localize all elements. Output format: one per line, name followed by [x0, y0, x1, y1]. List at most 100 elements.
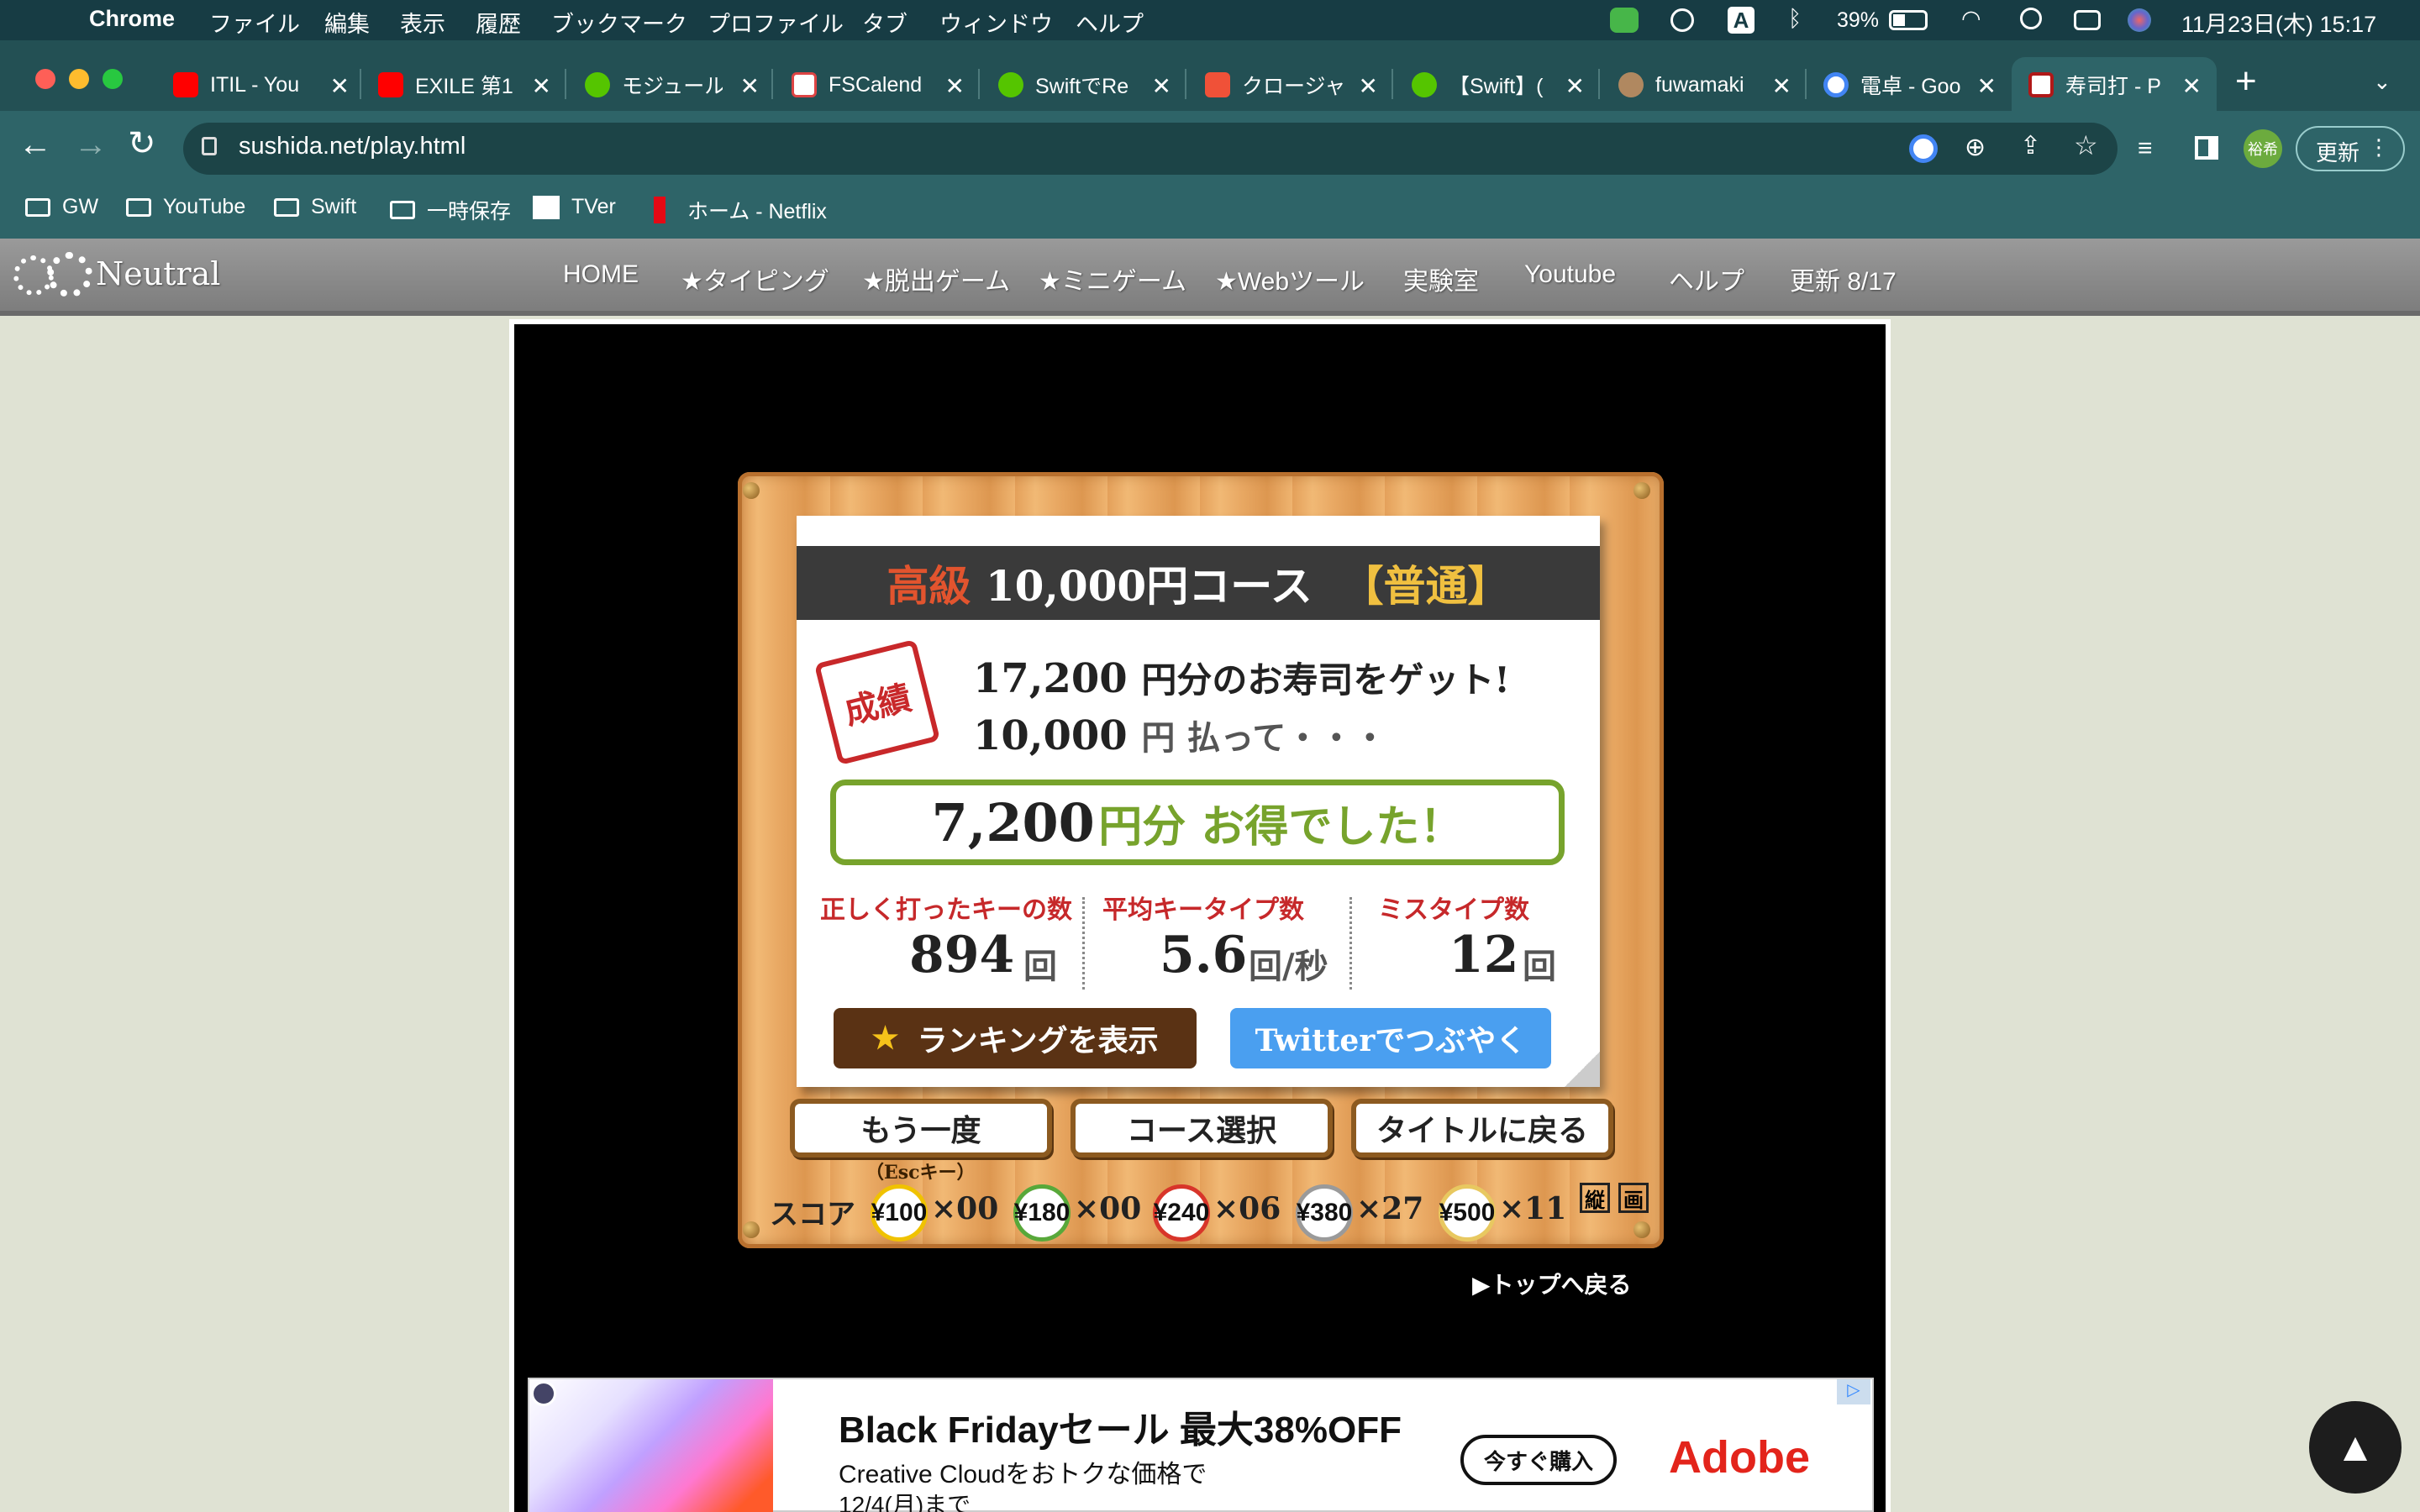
tab-fuwamaki[interactable]: fuwamaki ✕	[1618, 64, 1791, 106]
ad-headline: Black Fridayセール 最大38%OFF	[839, 1410, 1402, 1451]
close-tab-icon[interactable]: ✕	[532, 72, 551, 100]
plate-380-count: ×27	[1356, 1191, 1424, 1226]
share-icon[interactable]: ⇪	[2020, 131, 2041, 160]
tab-swift-article[interactable]: 【Swift】( ✕	[1412, 64, 1585, 106]
profile-avatar[interactable]: 裕希	[2244, 129, 2282, 168]
update-button[interactable]: 更新 ⋮	[2296, 126, 2405, 171]
course-select-button[interactable]: コース選択	[1071, 1099, 1333, 1158]
side-panel-icon[interactable]	[2195, 136, 2218, 160]
menu-file[interactable]: ファイル	[209, 6, 300, 39]
bookmark-youtube[interactable]: YouTube	[126, 195, 245, 219]
close-tab-icon[interactable]: ✕	[1977, 72, 1996, 100]
tab-fscalendar[interactable]: FSCalend ✕	[792, 64, 965, 106]
play-icon[interactable]	[1670, 8, 1694, 32]
reload-icon[interactable]: ↻	[128, 124, 156, 163]
back-to-title-button[interactable]: タイトルに戻る	[1351, 1099, 1613, 1158]
close-tab-icon[interactable]: ✕	[1565, 72, 1585, 100]
zoom-icon[interactable]: ⊕	[1965, 133, 1986, 162]
control-center-icon[interactable]	[2074, 10, 2101, 30]
close-tab-icon[interactable]: ✕	[1152, 72, 1171, 100]
close-tab-icon[interactable]: ✕	[1772, 72, 1791, 100]
menu-history[interactable]: 履歴	[476, 6, 521, 39]
more-menu-icon[interactable]: ⋮	[2368, 134, 2390, 160]
menu-view[interactable]: 表示	[400, 6, 445, 39]
battery-icon[interactable]	[1889, 10, 1928, 30]
bookmark-netflix[interactable]: ホーム - Netflix	[650, 195, 827, 225]
nav-escape-game[interactable]: ★脱出ゲーム	[862, 260, 1010, 297]
reading-list-icon[interactable]: ≡	[2138, 134, 2153, 163]
url-text[interactable]: sushida.net/play.html	[239, 133, 466, 160]
new-tab-icon[interactable]: +	[2235, 60, 2257, 102]
avg-keys-value: 5.6	[1160, 926, 1248, 984]
tab-title: モジュール	[622, 75, 723, 98]
google-icon	[1823, 72, 1849, 97]
wifi-icon[interactable]: ◠	[1961, 6, 1981, 32]
forward-icon[interactable]: →	[74, 126, 108, 164]
bookmark-tver[interactable]: TVer	[533, 195, 616, 219]
menu-window[interactable]: ウィンドウ	[939, 6, 1053, 39]
save-text: 円分 お得でした！	[1098, 801, 1464, 853]
nav-lab[interactable]: 実験室	[1403, 260, 1479, 297]
back-icon[interactable]: ←	[18, 126, 52, 164]
spotlight-search-icon[interactable]	[2020, 8, 2042, 29]
ranking-button[interactable]: ★ ランキングを表示	[834, 1008, 1197, 1068]
nav-help[interactable]: ヘルプ	[1669, 260, 1744, 297]
nav-update[interactable]: 更新 8/17	[1790, 260, 1897, 297]
bookmark-star-icon[interactable]: ☆	[2074, 129, 2098, 161]
bookmark-temp[interactable]: 一時保存	[390, 195, 511, 225]
tab-title: SwiftでRe	[1035, 75, 1129, 98]
nav-youtube[interactable]: Youtube	[1524, 260, 1616, 289]
menu-tab[interactable]: タブ	[862, 6, 908, 39]
close-tab-icon[interactable]: ✕	[740, 72, 760, 100]
ad-choices-icon[interactable]: ▷	[1837, 1379, 1870, 1404]
menu-edit[interactable]: 編集	[324, 6, 370, 39]
tab-title: 寿司打 - P	[2065, 75, 2161, 98]
lock-icon[interactable]	[202, 137, 217, 155]
star-icon: ★	[871, 1021, 899, 1056]
tab-swift-re[interactable]: SwiftでRe ✕	[998, 64, 1171, 106]
retry-button[interactable]: もう一度	[790, 1099, 1052, 1158]
nav-typing[interactable]: ★タイピング	[681, 260, 829, 297]
vertical-mode-icon[interactable]: 縦	[1580, 1183, 1610, 1213]
line-icon[interactable]	[1610, 8, 1639, 33]
menu-help[interactable]: ヘルプ	[1076, 6, 1144, 39]
tab-closure[interactable]: クロージャ ✕	[1205, 64, 1378, 106]
tab-calculator[interactable]: 電卓 - Goo ✕	[1823, 64, 1996, 106]
ad-cta-button[interactable]: 今すぐ購入	[1460, 1435, 1617, 1485]
close-tab-icon[interactable]: ✕	[945, 72, 965, 100]
twitter-label: Twitterでつぶやく	[1255, 1023, 1527, 1058]
tab-module[interactable]: モジュール ✕	[585, 64, 760, 106]
screen-mode-icon[interactable]: 画	[1618, 1183, 1649, 1213]
siri-icon[interactable]	[2128, 8, 2151, 32]
clock[interactable]: 11月23日(木) 15:17	[2181, 6, 2376, 39]
bookmark-swift[interactable]: Swift	[274, 195, 356, 219]
tab-divider	[565, 69, 566, 99]
miss-value: 12	[1449, 926, 1519, 984]
back-to-top-link[interactable]: ▶トップへ戻る	[1472, 1267, 1632, 1300]
twitter-button[interactable]: Twitterでつぶやく	[1230, 1008, 1551, 1068]
close-tab-icon[interactable]: ✕	[2182, 72, 2202, 100]
tab-exile[interactable]: EXILE 第1 ✕	[378, 64, 551, 106]
menu-bookmarks[interactable]: ブックマーク	[551, 6, 687, 39]
tab-sushida-active[interactable]: 寿司打 - P ✕	[2028, 64, 2202, 106]
menu-profiles[interactable]: プロファイル	[708, 6, 844, 39]
close-tab-icon[interactable]: ✕	[330, 72, 350, 100]
bookmark-gw[interactable]: GW	[25, 195, 98, 219]
bluetooth-icon[interactable]: ᛒ	[1788, 6, 1802, 32]
menu-app-name[interactable]: Chrome	[89, 6, 175, 32]
tab-title: fuwamaki	[1655, 72, 1744, 97]
tab-itil[interactable]: ITIL - You ✕	[173, 64, 350, 106]
site-logo[interactable]: Neutral	[96, 255, 220, 292]
bookmark-label: 一時保存	[427, 200, 512, 223]
input-mode-icon[interactable]: A	[1728, 7, 1754, 34]
tab-title: 【Swift】(	[1449, 75, 1544, 98]
folder-icon	[25, 197, 50, 217]
nav-web-tools[interactable]: ★Webツール	[1215, 260, 1365, 297]
close-tab-icon[interactable]: ✕	[1359, 72, 1378, 100]
nav-home[interactable]: HOME	[563, 260, 639, 289]
nav-mini-game[interactable]: ★ミニゲーム	[1039, 260, 1186, 297]
google-lens-icon[interactable]	[1909, 134, 1938, 163]
address-bar[interactable]: sushida.net/play.html ⊕ ⇪ ☆	[183, 123, 2118, 175]
tab-search-chevron-icon[interactable]: ⌄	[2373, 69, 2391, 95]
scroll-to-top-button[interactable]: ▲	[2309, 1401, 2402, 1494]
